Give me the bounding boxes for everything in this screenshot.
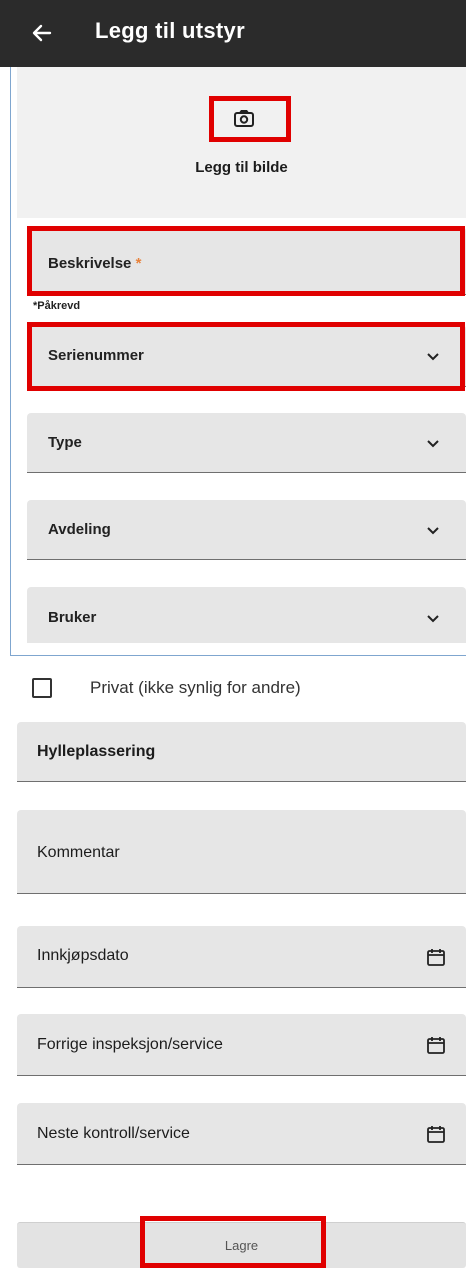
save-button[interactable]: Lagre [17, 1222, 466, 1268]
chevron-down-icon [427, 615, 439, 623]
last-inspection-field[interactable]: Forrige inspeksjon/service [17, 1014, 466, 1076]
camera-icon[interactable] [232, 107, 256, 131]
serial-number-select[interactable]: Serienummer [27, 325, 466, 387]
app-bar: Legg til utstyr [0, 0, 466, 67]
required-helper-text: *Påkrevd [33, 300, 81, 312]
chevron-down-icon [427, 353, 439, 361]
next-inspection-label: Neste kontroll/service [37, 1125, 190, 1142]
purchase-date-field[interactable]: Innkjøpsdato [17, 926, 466, 988]
arrow-left-icon[interactable] [30, 21, 54, 45]
serial-number-label: Serienummer [48, 347, 144, 364]
type-select[interactable]: Type [27, 413, 466, 473]
type-label: Type [48, 434, 82, 451]
private-checkbox-label: Privat (ikke synlig for andre) [90, 678, 301, 697]
user-select[interactable]: Bruker [27, 587, 466, 643]
chevron-down-icon [427, 440, 439, 448]
department-label: Avdeling [48, 521, 111, 538]
user-label: Bruker [48, 609, 97, 626]
chevron-down-icon [427, 527, 439, 535]
calendar-icon[interactable] [426, 1124, 446, 1144]
department-select[interactable]: Avdeling [27, 500, 466, 560]
private-checkbox[interactable] [32, 678, 52, 698]
shelf-location-field[interactable]: Hylleplassering [17, 722, 466, 782]
comment-label: Kommentar [37, 844, 120, 861]
shelf-location-label: Hylleplassering [37, 743, 156, 760]
purchase-date-label: Innkjøpsdato [37, 947, 129, 964]
last-inspection-label: Forrige inspeksjon/service [37, 1036, 223, 1053]
description-field[interactable]: Beskrivelse * [27, 227, 466, 295]
next-inspection-field[interactable]: Neste kontroll/service [17, 1103, 466, 1165]
calendar-icon[interactable] [426, 947, 446, 967]
description-label: Beskrivelse [48, 255, 132, 272]
calendar-icon[interactable] [426, 1035, 446, 1055]
comment-field[interactable]: Kommentar [17, 810, 466, 894]
add-photo-label: Legg til bilde [195, 159, 288, 176]
add-photo-area[interactable]: Legg til bilde [17, 67, 466, 218]
required-mark: * [135, 255, 142, 272]
page-title: Legg til utstyr [95, 18, 245, 43]
